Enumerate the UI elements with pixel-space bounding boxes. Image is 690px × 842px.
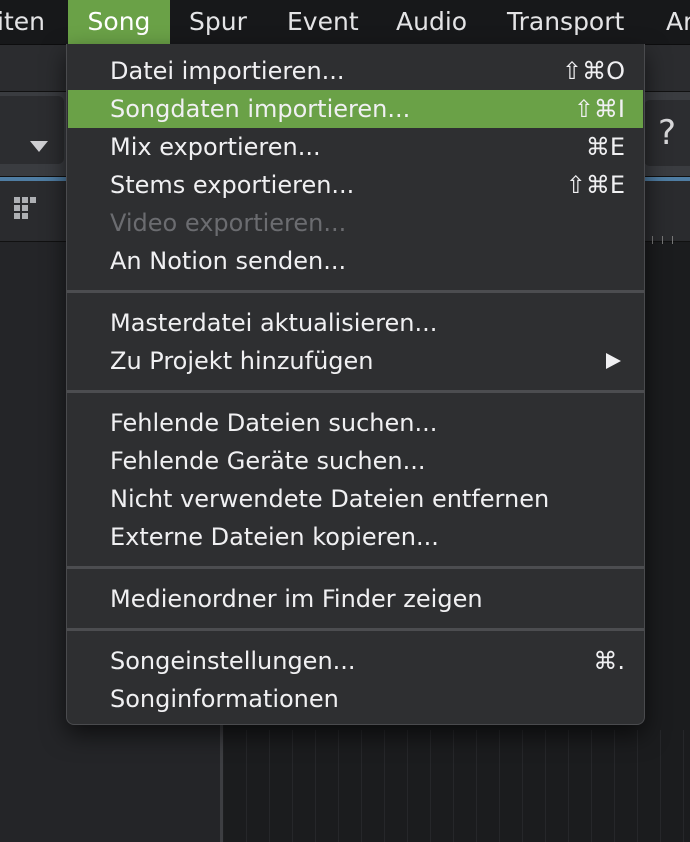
menu-item-zu-projekt-hinzufuegen[interactable]: Zu Projekt hinzufügen bbox=[68, 342, 643, 380]
chevron-down-icon[interactable] bbox=[30, 141, 48, 152]
menu-separator bbox=[67, 566, 644, 569]
menu-item-video-exportieren: Video exportieren... bbox=[68, 204, 643, 242]
menu-item-externe-dateien-kopieren[interactable]: Externe Dateien kopieren... bbox=[68, 518, 643, 556]
menu-item-medienordner-im-finder-zeigen[interactable]: Medienordner im Finder zeigen bbox=[68, 580, 643, 618]
menu-item-nicht-verwendete-dateien-entfernen[interactable]: Nicht verwendete Dateien entfernen bbox=[68, 480, 643, 518]
menu-item-label: Songdaten importieren... bbox=[110, 95, 411, 123]
menu-item-label: Zu Projekt hinzufügen bbox=[110, 347, 374, 375]
menu-item-label: Medienordner im Finder zeigen bbox=[110, 585, 483, 613]
menu-item-an-notion-senden[interactable]: An Notion senden... bbox=[68, 242, 643, 280]
menu-item-label: Externe Dateien kopieren... bbox=[110, 523, 439, 551]
menu-item-label: An Notion senden... bbox=[110, 247, 347, 275]
menu-bearbeiten[interactable]: iten bbox=[0, 0, 45, 44]
menu-item-label: Fehlende Geräte suchen... bbox=[110, 447, 426, 475]
menu-item-fehlende-dateien-suchen[interactable]: Fehlende Dateien suchen... bbox=[68, 404, 643, 442]
menu-item-stems-exportieren[interactable]: Stems exportieren... ⇧⌘E bbox=[68, 166, 643, 204]
menu-item-songeinstellungen[interactable]: Songeinstellungen... ⌘. bbox=[68, 642, 643, 680]
menu-event[interactable]: Event bbox=[287, 0, 359, 44]
menu-ansicht[interactable]: Ar bbox=[666, 0, 690, 44]
ruler-tick bbox=[652, 236, 653, 244]
menu-audio[interactable]: Audio bbox=[396, 0, 467, 44]
menu-item-songinformationen[interactable]: Songinformationen bbox=[68, 680, 643, 718]
menu-separator bbox=[67, 290, 644, 293]
help-button[interactable]: ? bbox=[644, 100, 690, 166]
menu-item-label: Fehlende Dateien suchen... bbox=[110, 409, 438, 437]
menu-bar: iten Song Spur Event Audio Transport Ar bbox=[0, 0, 690, 45]
menu-item-masterdatei-aktualisieren[interactable]: Masterdatei aktualisieren... bbox=[68, 304, 643, 342]
menu-separator bbox=[67, 628, 644, 631]
menu-item-label: Datei importieren... bbox=[110, 57, 345, 85]
menu-transport[interactable]: Transport bbox=[507, 0, 624, 44]
menu-item-shortcut: ⌘E bbox=[585, 133, 625, 161]
toolbar-dropdown[interactable] bbox=[0, 96, 64, 164]
ruler-tick bbox=[662, 236, 663, 244]
menu-item-shortcut: ⇧⌘I bbox=[573, 95, 625, 123]
ruler-tick bbox=[672, 236, 673, 244]
menu-item-datei-importieren[interactable]: Datei importieren... ⇧⌘O bbox=[68, 52, 643, 90]
submenu-arrow-icon bbox=[606, 353, 621, 369]
menu-item-songdaten-importieren[interactable]: Songdaten importieren... ⇧⌘I bbox=[68, 90, 643, 128]
menu-item-label: Mix exportieren... bbox=[110, 133, 321, 161]
grid-icon[interactable] bbox=[14, 197, 40, 223]
menu-item-label: Nicht verwendete Dateien entfernen bbox=[110, 485, 550, 513]
menu-item-shortcut: ⌘. bbox=[593, 647, 625, 675]
menu-item-label: Masterdatei aktualisieren... bbox=[110, 309, 438, 337]
menu-item-shortcut: ⇧⌘O bbox=[562, 57, 625, 85]
menu-item-label: Songinformationen bbox=[110, 685, 339, 713]
menu-item-mix-exportieren[interactable]: Mix exportieren... ⌘E bbox=[68, 128, 643, 166]
menu-song[interactable]: Song bbox=[68, 0, 170, 44]
track-lanes bbox=[224, 730, 690, 842]
menu-item-label: Stems exportieren... bbox=[110, 171, 355, 199]
menu-item-fehlende-geraete-suchen[interactable]: Fehlende Geräte suchen... bbox=[68, 442, 643, 480]
menu-separator bbox=[67, 390, 644, 393]
menu-item-label: Video exportieren... bbox=[110, 209, 347, 237]
menu-item-label: Songeinstellungen... bbox=[110, 647, 356, 675]
menu-item-shortcut: ⇧⌘E bbox=[565, 171, 625, 199]
song-menu-dropdown: Datei importieren... ⇧⌘O Songdaten impor… bbox=[66, 44, 645, 725]
menu-spur[interactable]: Spur bbox=[189, 0, 247, 44]
